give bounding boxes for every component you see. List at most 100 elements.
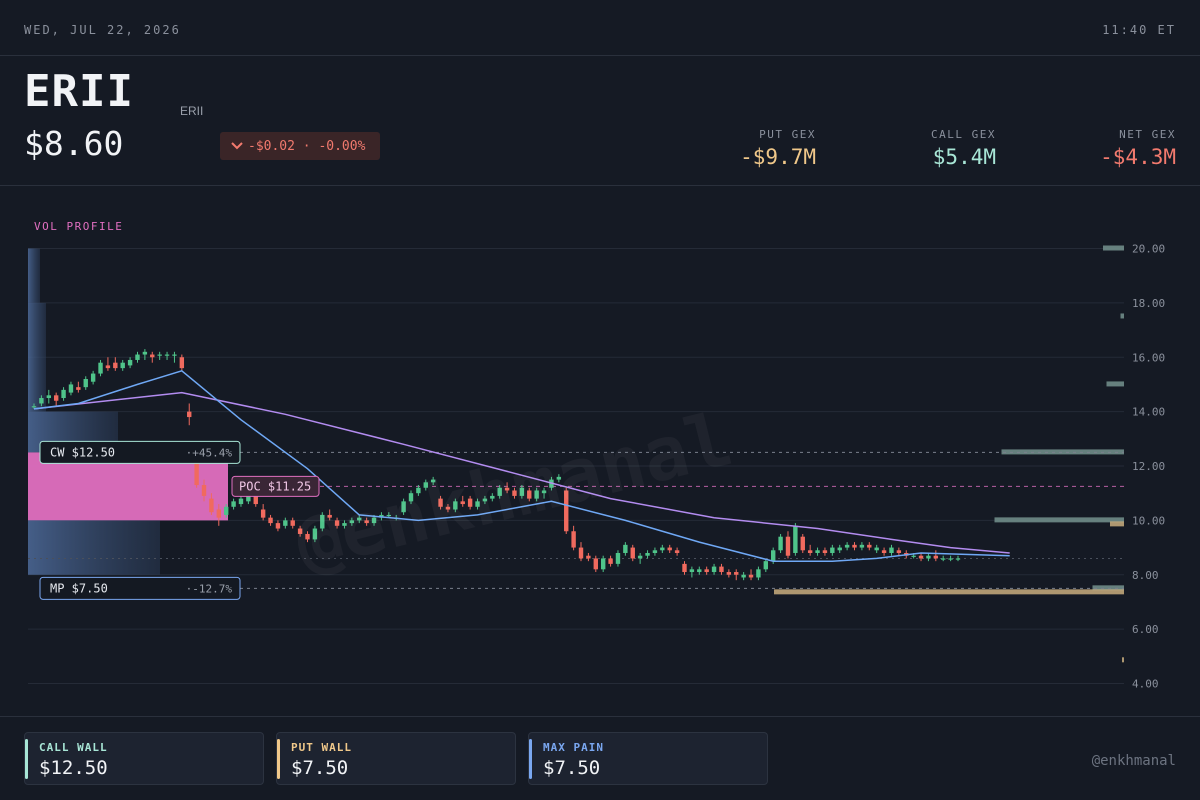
candle-body [142,351,148,355]
candle-up [844,542,850,551]
price-chart: 20.00 18.00 16.00 14.00 12.00 10.00 8.00 6.00 4.… [0,186,1200,716]
candle-body [689,569,695,573]
max-pain-card: MAX PAIN $7.50 [528,732,768,785]
call-gex: CALL GEX $5.4M [931,128,996,169]
candle-down [881,547,887,556]
y-tick-label: 12.00 [1132,460,1165,473]
candle-body [46,395,51,399]
put-gex-label: PUT GEX [759,128,816,141]
candle-up [120,359,125,371]
candle-down [187,403,192,426]
call-gex-bar [1120,313,1124,319]
poc-tag: POC $11.25 [231,475,320,497]
candle-body [837,547,842,551]
candle-body [726,572,732,575]
candle-body [741,574,746,578]
candle-down [113,357,118,371]
time-label: 11:40 ET [1102,23,1176,37]
candle-down [150,351,155,363]
candle-body [630,547,635,559]
candle-body [275,523,281,529]
candle-down [800,533,805,553]
candle-down [734,569,739,581]
candle-down [785,531,791,559]
candle-down [593,555,598,573]
max-pain-accent [529,739,532,779]
call-wall-value: $12.50 [39,757,108,779]
candle-up [61,387,66,401]
candle-up [926,553,931,562]
date-label: WED, JUL 22, 2026 [24,23,181,37]
candle-body [268,517,273,524]
candle-up [46,389,51,404]
candle-body [593,558,598,570]
price-change-text: -$0.02 · -0.00% [248,138,366,154]
candle-body [896,550,902,553]
candle-down [933,550,939,562]
candle-up [68,381,74,396]
candle-body [852,544,857,548]
put-wall-label: PUT WALL [291,741,352,754]
candle-body [719,566,724,573]
candle-body [933,555,939,559]
candle-down [578,542,584,562]
candle-body [120,362,125,369]
candle-up [874,544,879,553]
call-wall-accent [25,739,28,779]
candle-body [637,555,643,559]
candle-body [179,357,185,369]
candle-up [157,351,162,360]
candle-up [623,542,628,556]
candle-body [90,373,96,382]
put-gex: PUT GEX -$9.7M [740,128,816,169]
candle-down [719,563,724,575]
y-tick-label: 16.00 [1132,351,1165,364]
candle-up [837,544,842,553]
candle-body [704,569,709,573]
candle-body [667,547,672,551]
net-gex-label: NET GEX [1119,128,1176,141]
candle-body [807,550,813,553]
candle-down [748,569,754,581]
candle-body [623,544,628,553]
candle-down [896,547,902,556]
call-wall-card: CALL WALL $12.50 [24,732,264,785]
candle-body [187,411,192,418]
candle-body [150,354,155,358]
candle-body [68,384,74,393]
candle-body [283,520,288,526]
candle-up [98,359,103,377]
candle-body [771,550,776,562]
last-price: $8.60 [24,124,124,163]
ticker-symbol: ERII [24,66,134,117]
put-wall-value: $7.50 [291,757,349,779]
watermark-text: @enkhmanal [287,396,740,587]
candle-up [231,498,236,510]
candle-body [822,550,828,553]
candle-down [867,542,872,551]
candle-down [571,525,576,551]
candle-body [941,558,946,560]
y-tick-label: 4.00 [1132,678,1159,691]
candle-up [135,351,140,363]
candle-body [135,354,140,360]
candle-body [600,558,606,570]
candle-body [578,547,584,559]
y-tick-label: 14.00 [1132,406,1165,419]
candle-body [778,536,783,551]
candle-body [697,569,702,573]
candle-body [615,553,621,564]
candle-up [763,558,769,573]
candle-down [608,555,613,567]
y-tick-label: 20.00 [1132,243,1165,256]
vol-profile-bar [28,302,46,412]
candle-body [793,525,798,553]
candle-body [39,398,44,404]
candle-body [660,547,665,551]
call-gex-bar [1103,245,1124,251]
candle-up [164,351,170,360]
max-pain-tag-pct: ·-12.7% [186,582,233,595]
call-gex-bar [994,517,1124,523]
candle-down [105,357,111,371]
candle-body [98,362,103,374]
